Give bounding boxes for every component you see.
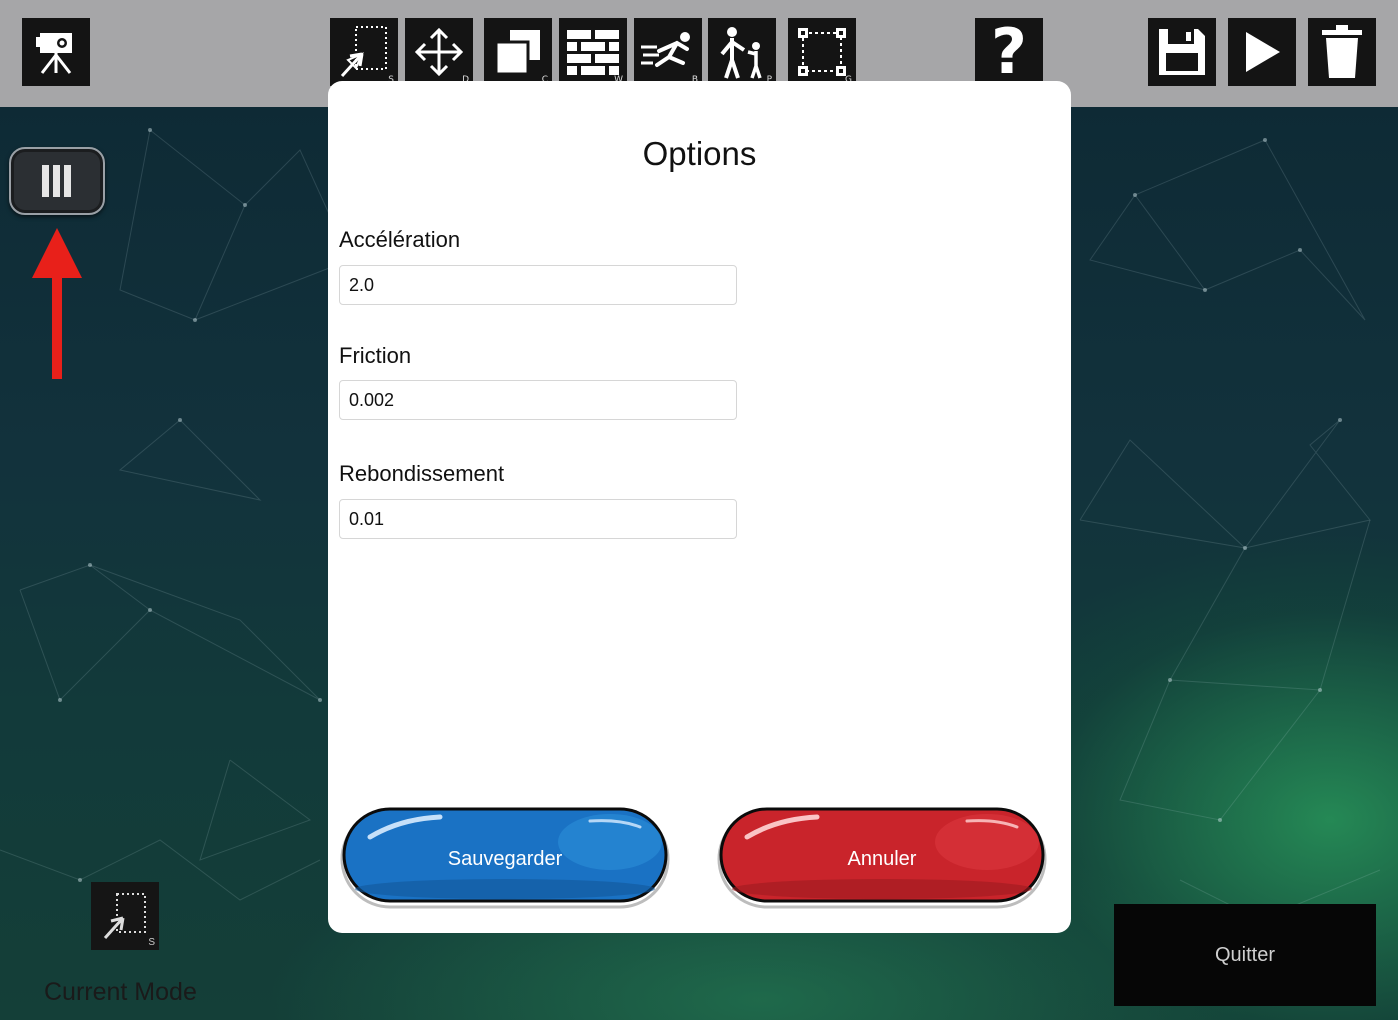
friction-label: Friction — [339, 343, 412, 368]
select-tool-button[interactable]: S — [330, 18, 398, 86]
people-icon — [720, 27, 762, 79]
save-button[interactable] — [1148, 18, 1216, 86]
group-tool-button[interactable]: G — [788, 18, 856, 86]
brick-wall-icon — [567, 30, 619, 75]
current-mode-indicator: S — [91, 882, 159, 950]
save-options-label: Sauvegarder — [447, 847, 563, 870]
sprinter-icon — [641, 32, 690, 67]
group-selection-icon — [798, 28, 846, 76]
shortcut-key: S — [148, 937, 155, 948]
cancel-options-button[interactable]: Annuler — [717, 807, 1047, 911]
move-arrows-icon — [414, 27, 464, 77]
help-button[interactable]: ? — [975, 18, 1043, 86]
quit-button[interactable]: Quitter — [1114, 904, 1376, 1006]
current-mode-label: Current Mode — [44, 978, 197, 1006]
camera-tripod-icon — [36, 33, 72, 74]
move-tool-button[interactable]: D — [405, 18, 473, 86]
select-cursor-icon — [340, 26, 387, 78]
red-arrow-up-icon — [32, 228, 82, 379]
options-dialog: Options Accélération Friction Rebondisse… — [328, 81, 1071, 933]
play-icon — [1246, 32, 1280, 72]
side-panel-toggle-button[interactable] — [9, 147, 105, 215]
save-floppy-icon — [1159, 29, 1205, 75]
cancel-options-label: Annuler — [847, 847, 917, 870]
select-cursor-icon — [103, 893, 146, 940]
save-options-button[interactable]: Sauvegarder — [340, 807, 670, 911]
three-bars-icon — [42, 165, 71, 197]
camera-button[interactable] — [22, 18, 90, 86]
dialog-title: Options — [642, 135, 757, 172]
copy-squares-icon — [494, 30, 540, 76]
wall-tool-button[interactable]: W — [559, 18, 627, 86]
acceleration-input[interactable] — [339, 265, 737, 305]
trash-icon — [1322, 25, 1362, 78]
bounce-input[interactable] — [339, 499, 737, 539]
question-mark-icon: ? — [991, 15, 1027, 88]
copy-tool-button[interactable]: C — [484, 18, 552, 86]
delete-button[interactable] — [1308, 18, 1376, 86]
acceleration-label: Accélération — [339, 227, 461, 252]
play-button[interactable] — [1228, 18, 1296, 86]
friction-input[interactable] — [339, 380, 737, 420]
bounce-label: Rebondissement — [339, 461, 505, 486]
player-tool-button[interactable]: P — [708, 18, 776, 86]
ball-tool-button[interactable]: B — [634, 18, 702, 86]
